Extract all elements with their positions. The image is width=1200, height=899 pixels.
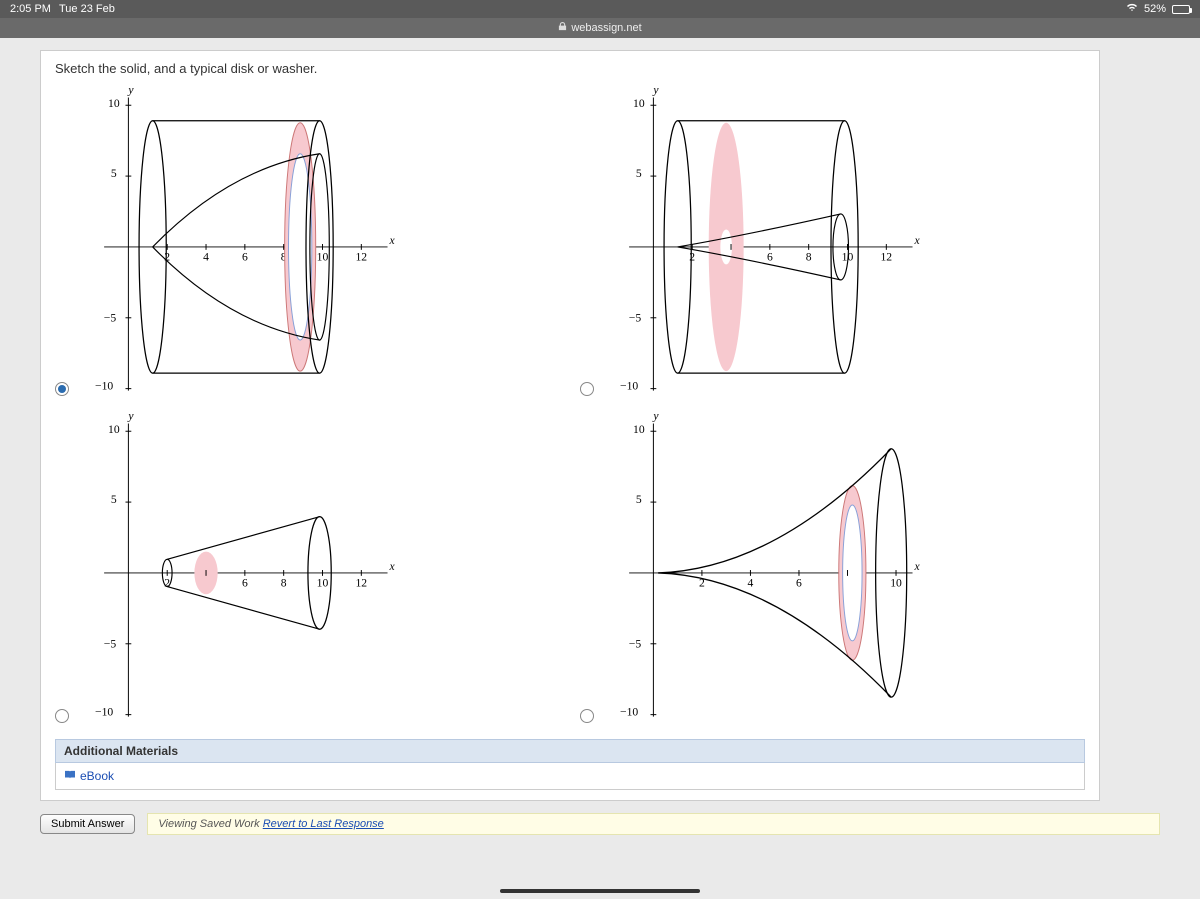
browser-url-bar[interactable]: webassign.net xyxy=(0,18,1200,38)
browser-domain: webassign.net xyxy=(571,22,641,34)
svg-text:10: 10 xyxy=(317,577,329,590)
question-prompt: Sketch the solid, and a typical disk or … xyxy=(55,61,1085,76)
svg-text:8: 8 xyxy=(806,251,812,264)
battery-icon xyxy=(1172,5,1190,14)
svg-text:12: 12 xyxy=(356,577,368,590)
status-date: Tue 23 Feb xyxy=(59,3,115,15)
svg-text:10: 10 xyxy=(890,577,902,590)
saved-work-bar: Viewing Saved Work Revert to Last Respon… xyxy=(147,813,1160,835)
option-a[interactable]: yx 105 −5−10 246 81012 xyxy=(55,80,560,406)
svg-text:5: 5 xyxy=(636,167,642,180)
svg-text:10: 10 xyxy=(317,251,329,264)
svg-text:−10: −10 xyxy=(620,706,638,719)
saved-work-text: Viewing Saved Work xyxy=(158,818,262,830)
svg-text:5: 5 xyxy=(111,493,117,506)
svg-text:6: 6 xyxy=(242,577,248,590)
options-grid: y x 10 5 −5 −10 2 4 6 8 10 12 xyxy=(55,80,1085,733)
svg-text:−10: −10 xyxy=(95,380,113,393)
question-card: Sketch the solid, and a typical disk or … xyxy=(40,50,1100,801)
svg-text:10: 10 xyxy=(633,423,645,436)
graph-a: yx 105 −5−10 246 81012 xyxy=(75,80,405,400)
svg-text:2: 2 xyxy=(689,251,695,264)
svg-text:12: 12 xyxy=(881,251,893,264)
revert-link[interactable]: Revert to Last Response xyxy=(263,818,384,830)
svg-text:10: 10 xyxy=(108,97,120,110)
svg-text:−5: −5 xyxy=(104,312,117,325)
ebook-link[interactable]: eBook xyxy=(64,769,114,783)
graph-d: yx 105 −5−10 246 810 xyxy=(600,406,930,726)
option-d[interactable]: yx 105 −5−10 246 810 xyxy=(580,406,1085,732)
battery-percent: 52% xyxy=(1144,3,1166,15)
svg-text:y: y xyxy=(127,410,134,423)
lock-icon xyxy=(558,22,567,34)
svg-text:y: y xyxy=(652,410,659,423)
svg-text:−5: −5 xyxy=(104,638,117,651)
svg-text:−10: −10 xyxy=(95,706,113,719)
svg-text:6: 6 xyxy=(242,251,248,264)
svg-text:y: y xyxy=(127,84,134,97)
svg-text:x: x xyxy=(388,234,395,247)
svg-text:x: x xyxy=(388,560,395,573)
radio-a[interactable] xyxy=(55,382,69,396)
svg-text:y: y xyxy=(652,84,659,97)
page-content: Sketch the solid, and a typical disk or … xyxy=(0,38,1200,899)
status-time: 2:05 PM xyxy=(10,3,51,15)
book-icon xyxy=(64,769,76,783)
svg-text:6: 6 xyxy=(767,251,773,264)
graph-c: yx 105 −5−10 246 81012 xyxy=(75,406,405,726)
option-b[interactable]: yx 105 −5−10 246 81012 xyxy=(580,80,1085,406)
additional-materials-body: eBook xyxy=(55,763,1085,790)
svg-text:10: 10 xyxy=(108,423,120,436)
svg-text:5: 5 xyxy=(636,493,642,506)
svg-text:12: 12 xyxy=(356,251,368,264)
home-indicator[interactable] xyxy=(500,889,700,893)
svg-text:−5: −5 xyxy=(629,312,642,325)
svg-text:x: x xyxy=(913,560,920,573)
radio-d[interactable] xyxy=(580,709,594,723)
submit-answer-button[interactable]: Submit Answer xyxy=(40,814,135,834)
additional-materials-header: Additional Materials xyxy=(55,739,1085,763)
svg-text:−10: −10 xyxy=(620,380,638,393)
wifi-icon xyxy=(1126,3,1138,15)
svg-text:10: 10 xyxy=(633,97,645,110)
option-c[interactable]: yx 105 −5−10 246 81012 xyxy=(55,406,560,732)
radio-b[interactable] xyxy=(580,382,594,396)
ebook-label: eBook xyxy=(80,769,114,783)
radio-c[interactable] xyxy=(55,709,69,723)
svg-text:x: x xyxy=(913,234,920,247)
svg-text:6: 6 xyxy=(796,577,802,590)
svg-text:4: 4 xyxy=(203,251,209,264)
svg-text:−5: −5 xyxy=(629,638,642,651)
ipad-status-bar: 2:05 PM Tue 23 Feb 52% xyxy=(0,0,1200,18)
footer-row: Submit Answer Viewing Saved Work Revert … xyxy=(40,813,1160,835)
graph-b: yx 105 −5−10 246 81012 xyxy=(600,80,930,400)
svg-text:8: 8 xyxy=(281,577,287,590)
svg-text:4: 4 xyxy=(748,577,754,590)
svg-text:5: 5 xyxy=(111,167,117,180)
